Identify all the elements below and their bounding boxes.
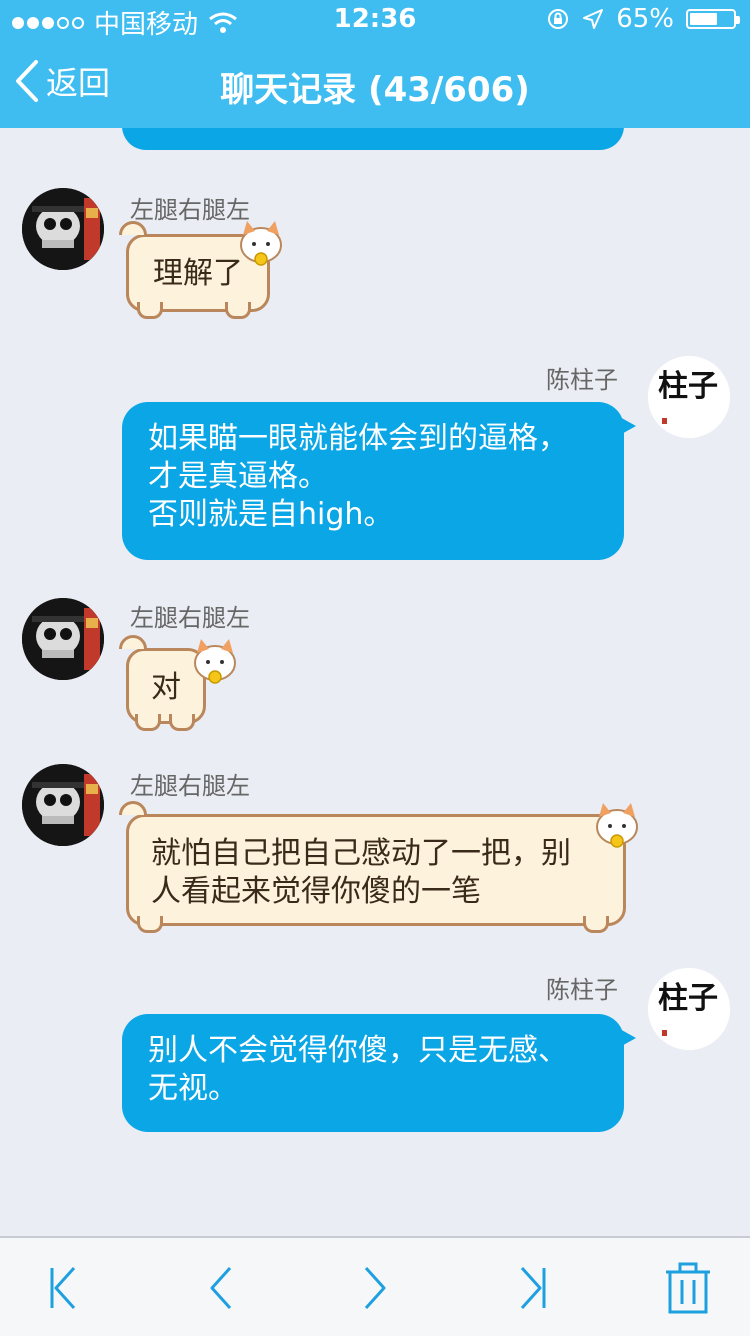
first-page-icon: [50, 1266, 76, 1310]
message-bubble[interactable]: 就怕自己把自己感动了一把，别 人看起来觉得你傻的一笔: [119, 801, 638, 933]
sender-name: 陈柱子: [546, 976, 618, 1004]
status-right: 65%: [546, 4, 740, 34]
cat-sticker-icon: [240, 221, 282, 266]
location-icon: [583, 9, 604, 29]
message-text: 别人不会觉得你傻，只是无感、 无视。: [148, 1033, 568, 1106]
calligraphy-avatar-icon: 柱子: [648, 968, 730, 1050]
avatar-character: 柱子: [658, 981, 718, 1016]
orientation-lock-icon: [548, 9, 569, 29]
chat-history[interactable]: 左腿右腿左 理解了 陈柱子 柱子 如果瞄一眼就能体会到的逼格， 才是真逼格。 否…: [0, 128, 750, 1236]
message-text: 就怕自己把自己感动了一把，别 人看起来觉得你傻的一笔: [151, 836, 571, 909]
skull-avatar-icon: [22, 598, 104, 680]
skull-avatar-icon: [22, 188, 104, 270]
message-bubble[interactable]: 理解了: [119, 221, 282, 319]
next-page-icon: [364, 1266, 386, 1310]
page-title: 聊天记录 (43/606): [220, 70, 530, 110]
message-bubble[interactable]: 别人不会觉得你傻，只是无感、 无视。: [122, 1014, 636, 1132]
previous-page-icon: [210, 1266, 232, 1310]
avatar[interactable]: 柱子: [648, 968, 730, 1050]
message-text: 理解了: [153, 256, 243, 291]
cat-sticker-icon: [596, 803, 638, 848]
trash-icon: [666, 1262, 710, 1314]
sender-name: 陈柱子: [546, 366, 618, 394]
status-bar: 中国移动 12:36 65%: [0, 0, 750, 40]
bottom-toolbar: [0, 1236, 750, 1336]
message-bubble[interactable]: 对: [119, 635, 236, 731]
message-text: 如果瞄一眼就能体会到的逼格， 才是真逼格。 否则就是自high。: [148, 421, 568, 532]
battery-percent: 65%: [616, 4, 674, 34]
next-page-button[interactable]: [348, 1260, 404, 1316]
sender-name: 左腿右腿左: [130, 772, 250, 800]
avatar[interactable]: 柱子: [648, 356, 730, 438]
sender-name: 左腿右腿左: [130, 196, 250, 224]
sender-name: 左腿右腿左: [130, 604, 250, 632]
last-page-button[interactable]: [504, 1260, 560, 1316]
battery-icon: [686, 9, 740, 29]
cat-sticker-icon: [194, 639, 236, 684]
delete-button[interactable]: [660, 1260, 716, 1316]
first-page-button[interactable]: [36, 1260, 92, 1316]
message-bubble[interactable]: 如果瞄一眼就能体会到的逼格， 才是真逼格。 否则就是自high。: [122, 402, 636, 560]
avatar[interactable]: [22, 598, 104, 680]
previous-page-button[interactable]: [192, 1260, 248, 1316]
message-text: 对: [151, 670, 181, 705]
avatar-character: 柱子: [658, 369, 718, 404]
skull-avatar-icon: [22, 764, 104, 846]
avatar[interactable]: [22, 764, 104, 846]
previous-message-bubble: [122, 128, 624, 150]
calligraphy-avatar-icon: 柱子: [648, 356, 730, 438]
last-page-icon: [520, 1266, 546, 1310]
avatar[interactable]: [22, 188, 104, 270]
nav-bar: 返回 聊天记录 (43/606): [0, 40, 750, 128]
